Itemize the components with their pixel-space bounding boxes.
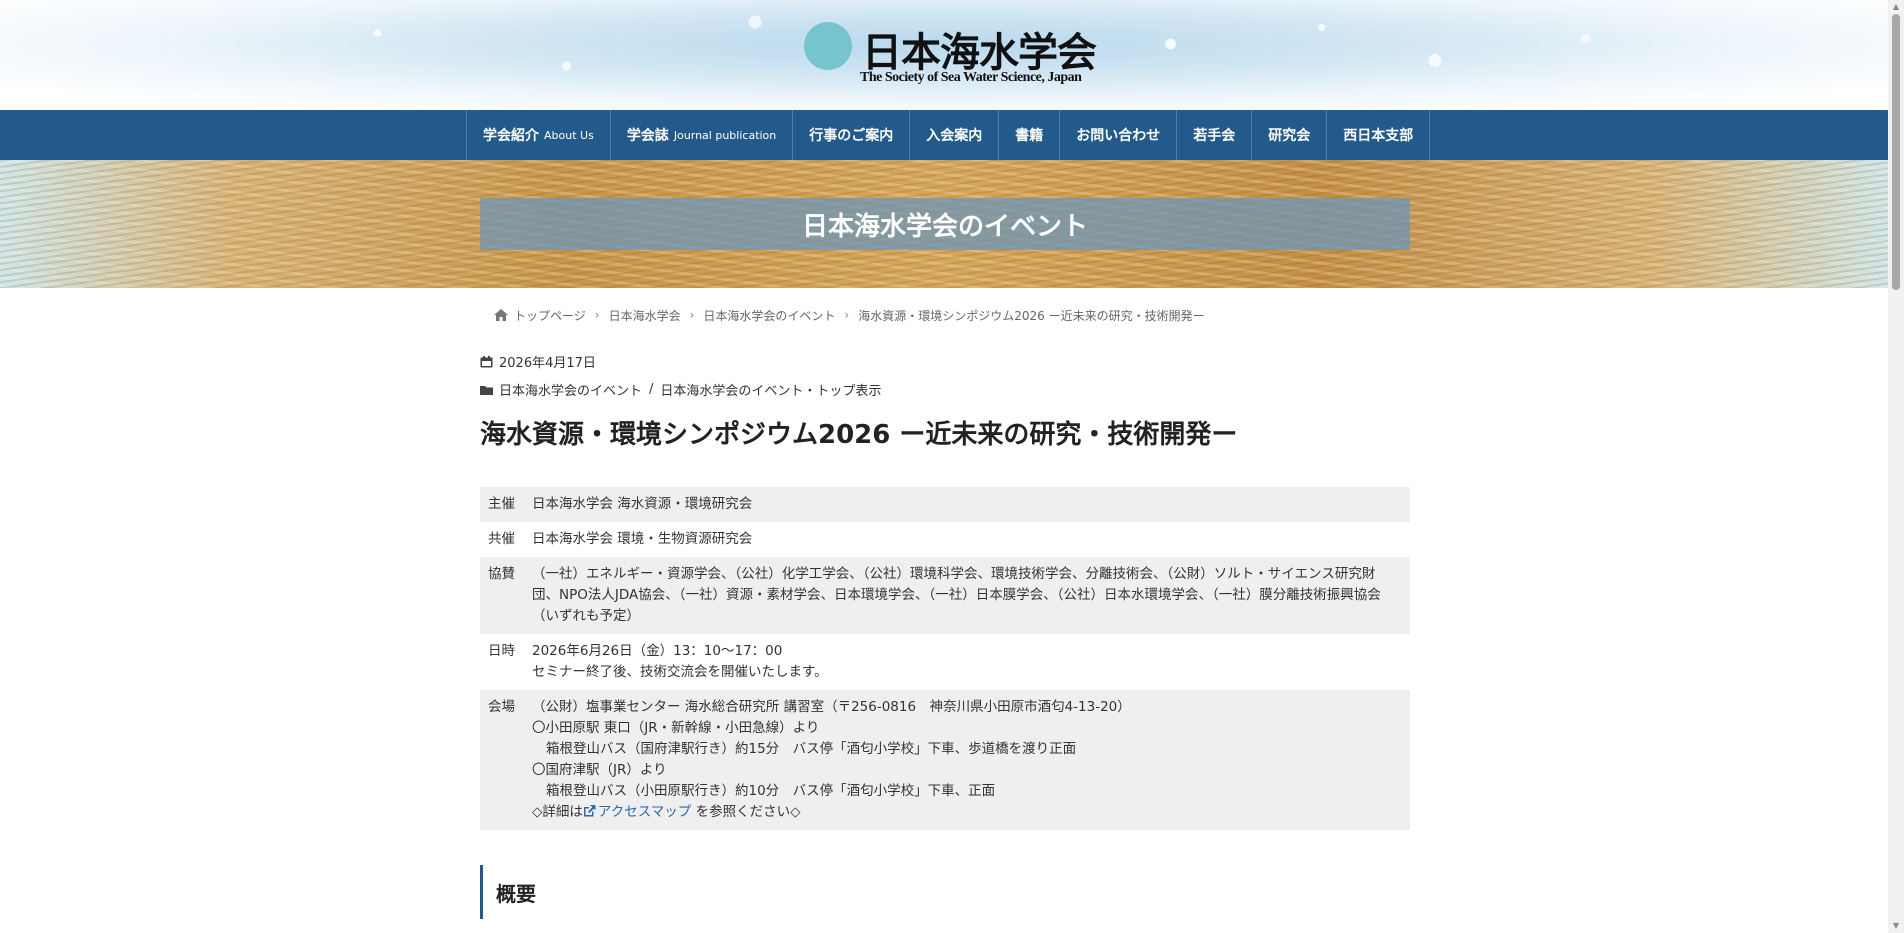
banner-title-box: 日本海水学会のイベント <box>480 198 1410 250</box>
chevron-right-icon: › <box>844 308 850 322</box>
nav-item-label: 学会紹介 <box>483 128 539 144</box>
event-info-table: 主催 日本海水学会 海水資源・環境研究会 共催 日本海水学会 環境・生物資源研究… <box>480 487 1410 830</box>
nav-item-label: 書籍 <box>1015 128 1044 144</box>
breadcrumb-item-current: 海水資源・環境シンポジウム2026 ー近未来の研究・技術開発ー <box>858 308 1205 323</box>
info-value: （一社）エネルギー・資源学会、（公社）化学工学会、（公社）環境科学会、環境技術学… <box>532 566 1381 624</box>
info-label: 会場 <box>488 699 515 715</box>
folder-icon <box>480 385 493 395</box>
calendar-icon <box>480 355 493 367</box>
venue-route-2: 〇国府津駅（JR）より <box>532 762 667 778</box>
info-label: 日時 <box>488 643 515 659</box>
info-value: 日本海水学会 環境・生物資源研究会 <box>532 531 753 547</box>
nav-item-sublabel: About Us <box>544 128 594 142</box>
nav-item-west-branch[interactable]: 西日本支部 <box>1327 110 1431 160</box>
logo-english-text: The Society of Sea Water Science, Japan <box>860 70 1082 85</box>
scroll-up-icon[interactable]: ▲ <box>1891 3 1901 11</box>
category-separator: / <box>649 382 654 397</box>
nav-item-research[interactable]: 研究会 <box>1252 110 1328 160</box>
info-label: 協賛 <box>488 566 515 582</box>
venue-address: （公財）塩事業センター 海水総合研究所 講習室（〒256-0816 神奈川県小田… <box>532 699 1131 715</box>
info-value: 日本海水学会 海水資源・環境研究会 <box>532 496 753 512</box>
banner-title: 日本海水学会のイベント <box>801 211 1088 242</box>
info-value: 2026年6月26日（金）13：10〜17：00 セミナー終了後、技術交流会を開… <box>532 641 1410 683</box>
breadcrumb: トップページ › 日本海水学会 › 日本海水学会のイベント › 海水資源・環境シ… <box>494 305 1205 325</box>
venue-detail-suffix: を参照ください◇ <box>691 804 801 820</box>
nav-item-young[interactable]: 若手会 <box>1177 110 1253 160</box>
venue-route-1: 〇小田原駅 東口（JR・新幹線・小田急線）より <box>532 720 820 736</box>
page-scrollbar[interactable]: ▲ ▼ <box>1888 0 1904 933</box>
scroll-thumb[interactable] <box>1892 14 1900 290</box>
breadcrumb-item-society[interactable]: 日本海水学会 <box>609 307 681 324</box>
venue-route-2-bus: 箱根登山バス（小田原駅行き）約10分 バス停「酒匂小学校」下車、正面 <box>546 783 996 799</box>
nav-item-label: 研究会 <box>1268 128 1311 144</box>
venue-detail: ◇詳細は アクセスマップ を参照ください◇ <box>532 802 1400 823</box>
site-header: 日本海水学会 The Society of Sea Water Science,… <box>0 0 1888 110</box>
post-date: 2026年4月17日 <box>480 352 596 371</box>
chevron-right-icon: › <box>594 308 600 322</box>
page-banner: 日本海水学会のイベント <box>0 160 1888 288</box>
breadcrumb-item-events[interactable]: 日本海水学会のイベント <box>703 307 835 324</box>
scroll-down-icon[interactable]: ▼ <box>1891 922 1901 930</box>
nav-item-label: 若手会 <box>1193 128 1236 144</box>
venue-route-1-bus: 箱根登山バス（国府津駅行き）約15分 バス停「酒匂小学校」下車、歩道橋を渡り正面 <box>546 741 1077 757</box>
category-link[interactable]: 日本海水学会のイベント <box>499 380 642 399</box>
nav-item-contact[interactable]: お問い合わせ <box>1060 110 1178 160</box>
nav-item-sublabel: Journal publication <box>673 128 777 142</box>
nav-item-journal[interactable]: 学会誌 Journal publication <box>611 110 794 160</box>
nav-item-label: 入会案内 <box>926 128 983 144</box>
nav-item-label: 西日本支部 <box>1343 128 1414 144</box>
section-heading-overview: 概要 <box>480 865 1410 919</box>
info-label: 共催 <box>488 531 515 547</box>
breadcrumb-item-top[interactable]: トップページ <box>514 307 586 324</box>
info-value: （公財）塩事業センター 海水総合研究所 講習室（〒256-0816 神奈川県小田… <box>532 697 1410 823</box>
info-label: 主催 <box>488 496 515 512</box>
info-row-datetime: 日時 2026年6月26日（金）13：10〜17：00 セミナー終了後、技術交流… <box>480 634 1410 690</box>
home-icon <box>494 309 508 321</box>
info-row-host: 主催 日本海水学会 海水資源・環境研究会 <box>480 487 1410 522</box>
datetime-note: セミナー終了後、技術交流会を開催いたします。 <box>532 664 828 680</box>
info-row-venue: 会場 （公財）塩事業センター 海水総合研究所 講習室（〒256-0816 神奈川… <box>480 690 1410 830</box>
nav-item-label: 学会誌 <box>626 128 669 144</box>
site-logo[interactable]: 日本海水学会 The Society of Sea Water Science,… <box>804 22 1097 90</box>
datetime-text: 2026年6月26日（金）13：10〜17：00 <box>532 643 783 659</box>
category-link[interactable]: 日本海水学会のイベント・トップ表示 <box>660 380 881 399</box>
info-row-cohost: 共催 日本海水学会 環境・生物資源研究会 <box>480 522 1410 557</box>
venue-detail-prefix: ◇詳細は <box>532 804 583 820</box>
nav-item-label: 行事のご案内 <box>809 128 894 144</box>
post-date-text: 2026年4月17日 <box>499 356 596 371</box>
access-map-link[interactable]: アクセスマップ <box>583 804 691 820</box>
nav-item-about[interactable]: 学会紹介 About Us <box>467 110 611 160</box>
nav-item-events[interactable]: 行事のご案内 <box>793 110 911 160</box>
page-title: 海水資源・環境シンポジウム2026 ー近未来の研究・技術開発ー <box>480 420 1238 450</box>
info-row-support: 協賛 （一社）エネルギー・資源学会、（公社）化学工学会、（公社）環境科学会、環境… <box>480 557 1410 634</box>
post-categories: 日本海水学会のイベント / 日本海水学会のイベント・トップ表示 <box>480 380 881 399</box>
chevron-right-icon: › <box>689 308 695 322</box>
nav-list: 学会紹介 About Us 学会誌 Journal publication 行事… <box>466 110 1431 160</box>
external-link-icon <box>583 805 596 817</box>
nav-item-label: お問い合わせ <box>1076 128 1161 144</box>
global-nav: 学会紹介 About Us 学会誌 Journal publication 行事… <box>0 110 1888 160</box>
access-map-link-text: アクセスマップ <box>597 804 692 820</box>
nav-item-books[interactable]: 書籍 <box>999 110 1061 160</box>
nav-item-membership[interactable]: 入会案内 <box>910 110 1000 160</box>
logo-circle-icon <box>804 22 852 70</box>
